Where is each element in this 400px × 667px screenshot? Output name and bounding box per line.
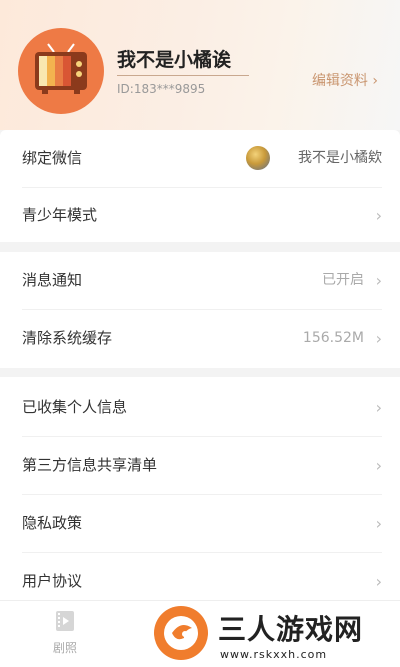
teen-mode-row[interactable]: 青少年模式 › — [22, 187, 382, 244]
edit-profile-label: 编辑资料 — [311, 73, 368, 89]
third-party-sharing-label: 第三方信息共享清单 — [22, 456, 158, 474]
settings-group-account: 绑定微信 我不是小橘欸 青少年模式 › — [0, 130, 400, 242]
film-icon — [56, 611, 74, 631]
clear-cache-row[interactable]: 清除系统缓存 156.52M › — [22, 310, 382, 367]
wechat-binding-label: 绑定微信 — [22, 149, 83, 167]
settings-group-system: 消息通知 已开启 › 清除系统缓存 156.52M › — [0, 252, 400, 368]
privacy-policy-label: 隐私政策 — [22, 514, 83, 532]
personal-info-label: 已收集个人信息 — [22, 398, 128, 416]
teen-mode-label: 青少年模式 — [22, 206, 98, 224]
nickname: 我不是小橘诶 — [117, 49, 232, 71]
nickname-divider — [117, 75, 249, 76]
site-watermark: 三人游戏网 www.rskxxh.com — [152, 602, 400, 666]
privacy-policy-row[interactable]: 隐私政策 › — [22, 495, 382, 553]
notifications-status: 已开启 — [322, 272, 364, 288]
chevron-right-icon: › — [375, 271, 382, 290]
chevron-right-icon: › — [375, 398, 382, 417]
notifications-label: 消息通知 — [22, 271, 83, 289]
personal-info-row[interactable]: 已收集个人信息 › — [22, 379, 382, 437]
watermark-title: 三人游戏网 — [218, 613, 364, 646]
wechat-binding-row[interactable]: 绑定微信 我不是小橘欸 — [22, 130, 382, 188]
profile-header: 我不是小橘诶 ID:183***9895 编辑资料 › — [0, 0, 400, 130]
chevron-right-icon: › — [372, 73, 378, 89]
watermark-url: www.rskxxh.com — [220, 648, 328, 661]
chevron-right-icon: › — [375, 329, 382, 348]
cache-size: 156.52M — [302, 330, 364, 346]
settings-group-legal: 已收集个人信息 › 第三方信息共享清单 › 隐私政策 › 用户协议 › — [0, 377, 400, 600]
edit-profile-link[interactable]: 编辑资料 › — [312, 70, 378, 90]
avatar[interactable] — [18, 28, 104, 114]
user-id: ID:183***9895 — [117, 82, 206, 96]
watermark-logo-icon — [154, 606, 208, 660]
chevron-right-icon: › — [375, 456, 382, 475]
chevron-right-icon: › — [375, 514, 382, 533]
clear-cache-label: 清除系统缓存 — [22, 329, 113, 347]
tv-icon — [35, 43, 87, 94]
tab-juzhao[interactable]: 剧照 — [45, 609, 85, 656]
third-party-sharing-row[interactable]: 第三方信息共享清单 › — [22, 437, 382, 495]
notifications-row[interactable]: 消息通知 已开启 › — [22, 252, 382, 310]
wechat-avatar — [246, 146, 270, 170]
wechat-nickname: 我不是小橘欸 — [298, 150, 382, 166]
chevron-right-icon: › — [375, 206, 382, 225]
tab-juzhao-label: 剧照 — [52, 641, 77, 655]
